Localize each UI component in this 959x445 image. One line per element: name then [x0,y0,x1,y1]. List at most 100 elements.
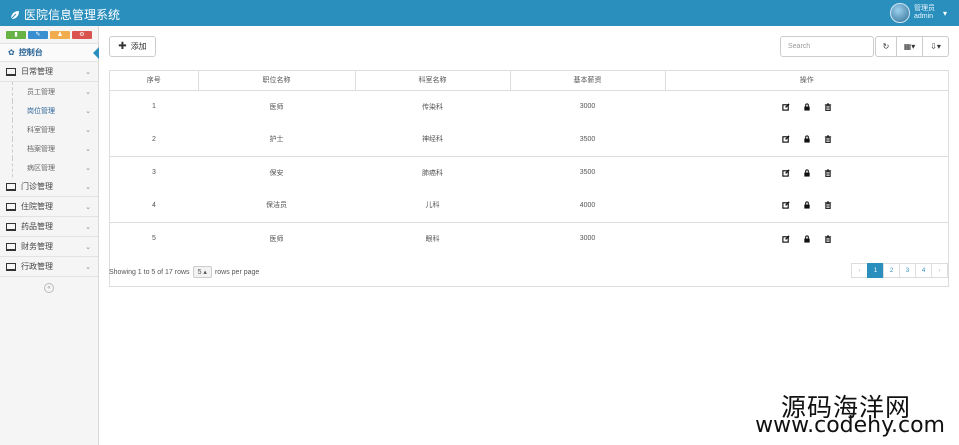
actions-cell [665,189,948,222]
page-4[interactable]: 4 [915,263,932,278]
table-toolbar: ↻ ▦▾ ⇩▾ [875,36,949,57]
page-2[interactable]: 2 [883,263,900,278]
sidebar-item-label: 日常管理 [21,67,53,76]
sidebar-item-5[interactable]: 财务管理 ⌄ [0,237,98,257]
sidebar-subitem-label: 档案管理 [27,145,55,153]
shortcut-button-3[interactable]: ♟ [50,31,70,39]
table-cell: 2 [152,135,156,143]
table-cell: 肺癌科 [355,155,510,189]
edit-button[interactable] [781,169,790,177]
sidebar-collapse-button[interactable]: « [44,283,54,293]
page-size-value: 5 [197,269,202,276]
leaf-icon [10,10,19,19]
trash-button[interactable] [824,169,832,177]
table-row: 1 医师 传染科 3000 [110,90,948,123]
sidebar-item-3[interactable]: 住院管理 ⌄ [0,197,98,217]
table-cell: 3000 [579,103,596,111]
add-button[interactable]: ✚ 添加 [109,36,156,57]
data-table: 序号 职位名称 科室名称 基本薪资 操作 1 医师 传染科 3000 2 护士 神经科 3500 3 保安… [109,70,949,287]
trash-icon [824,235,831,243]
lock-icon [803,135,810,143]
edit-button[interactable] [781,135,790,143]
table-cell: 保洁员 [266,202,287,210]
caret-down-icon: ▾ [942,8,947,18]
add-label: 添加 [130,42,147,51]
sidebar: ▮ ✎ ♟ ⚙ ✿ 控制台 日常管理 ⌄ 员工管理 ⌄ 岗位管理 ⌄ 科室管理 ⌄ 档案管理 ⌄ 病区管理… [0,26,99,445]
actions-cell [665,123,948,156]
column-header[interactable]: 基本薪资 [509,71,665,91]
column-header[interactable]: 操作 [664,71,948,91]
actions-cell [665,155,948,189]
sidebar-subitem-label: 岗位管理 [27,107,55,115]
trash-button[interactable] [824,103,832,111]
sidebar-subitem-1[interactable]: 员工管理 ⌄ [12,82,98,101]
lock-icon [803,235,810,243]
table-row: 3 保安 肺癌科 3500 [110,155,948,189]
table-cell: 4 [152,201,156,209]
export-button[interactable]: ⇩▾ [923,36,949,57]
edit-button[interactable] [781,103,790,111]
trash-button[interactable] [824,201,832,210]
sidebar-item-label: 财务管理 [21,242,53,251]
monitor-icon [6,242,16,251]
table-row: 4 保洁员 儿科 4000 [110,189,948,222]
sidebar-item-dashboard[interactable]: ✿ 控制台 [0,43,99,62]
lock-button[interactable] [803,103,811,111]
trash-button[interactable] [824,235,832,243]
column-header[interactable]: 科室名称 [354,71,510,91]
lock-icon [803,169,810,177]
trash-icon [824,201,831,210]
edit-button[interactable] [781,201,790,209]
lock-button[interactable] [803,135,811,143]
lock-button[interactable] [803,169,811,177]
sidebar-subitem-label: 病区管理 [27,164,55,172]
lock-button[interactable] [803,201,811,209]
signal-icon: ▮ [14,32,18,38]
pagination: ‹ 1 2 3 4 › [851,263,948,278]
lock-icon [803,103,810,111]
user-menu[interactable]: 管理员 admin ▾ [889,3,947,23]
sidebar-item-1[interactable]: 日常管理 ⌄ [0,62,98,82]
column-header[interactable]: 职位名称 [197,71,355,91]
table-cell: 传染科 [422,103,443,111]
trash-icon [824,103,831,111]
page-3[interactable]: 3 [899,263,916,278]
trash-icon [824,169,831,177]
table-cell: 医师 [198,221,355,255]
row-actions [665,135,948,144]
trash-button[interactable] [824,135,832,144]
column-header[interactable]: 序号 [110,71,198,91]
edit-button[interactable] [781,235,790,243]
shortcut-button-1[interactable]: ▮ [6,31,26,39]
page-1[interactable]: 1 [867,263,884,278]
shortcut-button-2[interactable]: ✎ [28,31,48,39]
sidebar-subitem-2[interactable]: 岗位管理 ⌄ [12,101,98,120]
shortcut-button-4[interactable]: ⚙ [72,31,92,39]
monitor-icon [6,222,16,231]
chevron-down-icon: ⌄ [85,223,91,231]
chevron-down-icon: ⌄ [85,183,91,191]
user-name: 管理员 [913,5,935,12]
columns-button[interactable]: ▦▾ [897,36,923,57]
edit-icon [781,103,790,111]
page-size-select[interactable]: 5 ▴ [192,266,212,278]
watermark-line2: www.codehy.com [755,413,945,438]
row-actions [665,103,948,111]
table-cell: 医师 [269,103,284,111]
sidebar-item-2[interactable]: 门诊管理 ⌄ [0,177,98,197]
page-next[interactable]: › [931,263,948,278]
page-prev[interactable]: ‹ [851,263,868,278]
chevron-down-icon: ⌄ [85,243,91,251]
sidebar-item-4[interactable]: 药品管理 ⌄ [0,217,98,237]
sidebar-subitem-5[interactable]: 病区管理 ⌄ [12,158,98,177]
sidebar-subitem-3[interactable]: 科室管理 ⌄ [12,120,98,139]
table-cell: 3500 [579,135,596,143]
lock-button[interactable] [803,235,811,243]
search-input[interactable]: Search [780,36,874,57]
refresh-button[interactable]: ↻ [875,36,897,57]
sidebar-item-6[interactable]: 行政管理 ⌄ [0,257,98,277]
chevron-down-icon: ⌄ [85,203,91,211]
sidebar-subitem-4[interactable]: 档案管理 ⌄ [12,139,98,158]
table-cell: 眼科 [355,221,510,255]
brand[interactable]: 医院信息管理系统 [10,6,120,23]
